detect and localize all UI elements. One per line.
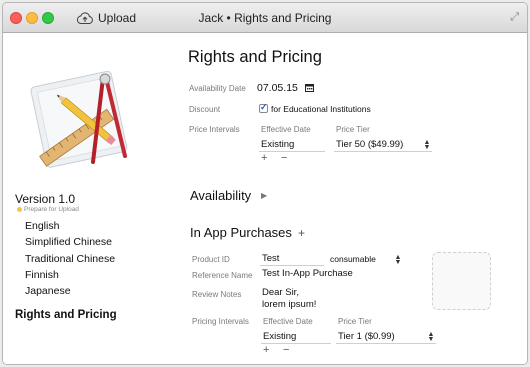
product-type-select[interactable]: consumable	[330, 254, 376, 264]
app-icon	[30, 70, 128, 168]
language-item-simplified-chinese[interactable]: Simplified Chinese	[25, 234, 115, 250]
pricing-intervals-label: Pricing Intervals	[192, 317, 249, 326]
iap-effective-date-field[interactable]: Existing	[263, 331, 296, 342]
effective-date-field[interactable]: Existing	[261, 139, 294, 150]
product-type-chevron-icon[interactable]: ▲ ▼	[394, 254, 402, 266]
iap-remove-interval-button[interactable]: −	[283, 344, 289, 356]
price-tier-chevron-icon[interactable]: ▲ ▼	[423, 139, 431, 151]
review-notes-label: Review Notes	[192, 290, 242, 299]
sidebar: Version 1.0 Prepare for Upload English S…	[3, 34, 173, 364]
reference-name-label: Reference Name	[192, 271, 253, 280]
availability-disclosure-icon[interactable]: ▶	[261, 191, 267, 200]
availability-date-label: Availability Date	[189, 84, 246, 93]
effective-date-underline	[259, 151, 325, 152]
window-title: Jack • Rights and Pricing	[198, 11, 332, 25]
reference-name-field[interactable]: Test In-App Purchase	[262, 268, 353, 279]
product-id-label: Product ID	[192, 255, 230, 264]
product-id-underline	[260, 265, 324, 266]
review-notes-line-1[interactable]: Dear Sir,	[262, 287, 299, 298]
iap-effective-date-header: Effective Date	[263, 317, 313, 326]
product-id-field[interactable]: Test	[262, 253, 279, 264]
remove-interval-button[interactable]: −	[281, 152, 287, 164]
main-panel: Rights and Pricing Availability Date 07.…	[175, 34, 527, 364]
fullscreen-icon[interactable]: ⤢	[510, 11, 519, 24]
app-window: Upload Jack • Rights and Pricing ⤢ Versi…	[2, 2, 528, 365]
calendar-icon[interactable]	[305, 83, 314, 92]
availability-section-title[interactable]: Availability	[190, 188, 251, 203]
discount-checkbox[interactable]	[259, 102, 268, 113]
add-in-app-purchase-button[interactable]: +	[298, 226, 305, 240]
language-item-japanese[interactable]: Japanese	[25, 283, 115, 299]
price-tier-select[interactable]: Tier 50 ($49.99)	[336, 139, 403, 150]
status-text: Prepare for Upload	[24, 206, 79, 213]
language-item-traditional-chinese[interactable]: Traditional Chinese	[25, 251, 115, 267]
language-item-english[interactable]: English	[25, 218, 115, 234]
iap-add-interval-button[interactable]: +	[263, 344, 269, 356]
price-tier-header: Price Tier	[336, 125, 370, 134]
iap-price-tier-underline	[336, 343, 436, 344]
price-intervals-label: Price Intervals	[189, 125, 240, 134]
add-interval-button[interactable]: +	[261, 152, 267, 164]
review-notes-line-2[interactable]: lorem ipsum!	[262, 299, 316, 310]
sidebar-item-rights-and-pricing[interactable]: Rights and Pricing	[15, 309, 117, 321]
page-title: Rights and Pricing	[188, 48, 322, 66]
price-tier-underline	[334, 151, 432, 152]
iap-price-tier-header: Price Tier	[338, 317, 372, 326]
language-item-finnish[interactable]: Finnish	[25, 267, 115, 283]
availability-date-value[interactable]: 07.05.15	[257, 82, 298, 94]
in-app-purchases-section-title: In App Purchases	[190, 225, 292, 240]
version-label[interactable]: Version 1.0	[15, 192, 75, 206]
language-list: English Simplified Chinese Traditional C…	[25, 218, 115, 299]
title-bar: Upload Jack • Rights and Pricing ⤢	[3, 3, 527, 33]
effective-date-header: Effective Date	[261, 125, 311, 134]
discount-label: Discount	[189, 105, 221, 114]
status-dot-icon	[17, 207, 22, 212]
discount-text: for Educational Institutions	[271, 104, 371, 114]
screenshot-drop-well[interactable]	[432, 252, 491, 310]
iap-price-tier-chevron-icon[interactable]: ▲ ▼	[427, 331, 435, 343]
iap-effective-date-underline	[261, 343, 331, 344]
iap-price-tier-select[interactable]: Tier 1 ($0.99)	[338, 331, 395, 342]
status-badge: Prepare for Upload	[17, 206, 79, 213]
